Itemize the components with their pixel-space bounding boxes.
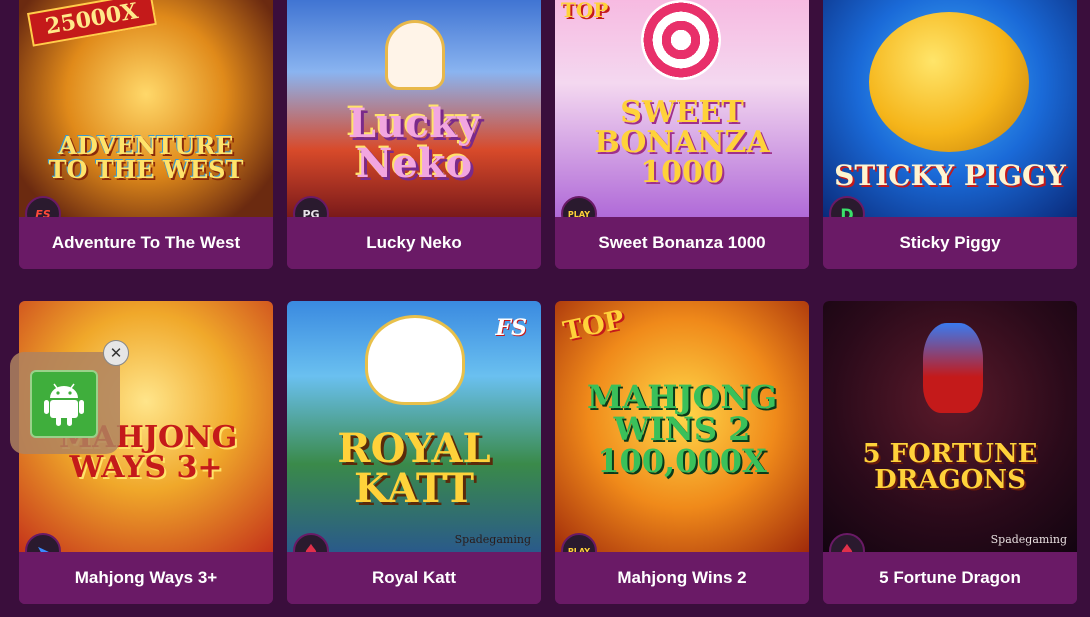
android-robot-glyph (44, 383, 84, 426)
game-title: Sticky Piggy (899, 233, 1001, 252)
game-art-title: Lucky Neko (347, 100, 481, 187)
game-card-5-fortune-dragon[interactable]: 5 FORTUNE DRAGONS Spadegaming ♠ 5 Fortun… (823, 301, 1077, 604)
game-card-sweet-bonanza-1000[interactable]: TOP SWEET BONANZA 1000 PLAY Sweet Bonanz… (555, 0, 809, 269)
dragon-figure (923, 323, 983, 413)
game-title: Adventure To The West (51, 233, 241, 252)
game-thumbnail[interactable]: Lucky Neko (287, 0, 541, 217)
lucky-cat-figure (385, 20, 445, 90)
fastspin-badge: FS (495, 315, 527, 341)
android-app-widget[interactable] (10, 352, 120, 454)
game-title: Mahjong Wins 2 (617, 568, 747, 587)
game-art-title: ADVENTURE TO THE WEST (48, 131, 244, 184)
game-caption[interactable]: Mahjong Ways 3+ (19, 552, 273, 604)
game-card-lucky-neko[interactable]: Lucky Neko PG Lucky Neko (287, 0, 541, 269)
game-art-title: SWEET BONANZA 1000 (594, 95, 770, 190)
game-caption[interactable]: 5 Fortune Dragon (823, 552, 1077, 604)
game-card-sticky-piggy[interactable]: STICKY PIGGY D Sticky Piggy (823, 0, 1077, 269)
game-caption[interactable]: Sticky Piggy (823, 217, 1077, 269)
piggy-bank-figure (869, 12, 1029, 152)
spadegaming-watermark: Spadegaming (990, 533, 1067, 546)
game-caption[interactable]: Sweet Bonanza 1000 (555, 217, 809, 269)
spadegaming-watermark: Spadegaming (454, 533, 531, 546)
game-art-title: STICKY PIGGY (834, 159, 1066, 192)
game-thumbnail[interactable]: STICKY PIGGY (823, 0, 1077, 217)
game-card-adventure-to-the-west[interactable]: 25000X ADVENTURE TO THE WEST FS Adventur… (19, 0, 273, 269)
game-title: Lucky Neko (366, 233, 462, 252)
candy-swirl (641, 0, 721, 80)
game-caption[interactable]: Royal Katt (287, 552, 541, 604)
game-card-royal-katt[interactable]: FS ROYAL KATT Spadegaming ♠ Royal Katt (287, 301, 541, 604)
game-title: Mahjong Ways 3+ (74, 568, 218, 587)
game-caption[interactable]: Lucky Neko (287, 217, 541, 269)
game-thumbnail[interactable]: TOP MAHJONG WINS 2 100,000X (555, 301, 809, 552)
android-icon[interactable] (30, 370, 98, 438)
game-art-title: ROYAL KATT (337, 425, 491, 512)
royal-cat-figure (365, 315, 465, 405)
game-title: 5 Fortune Dragon (879, 568, 1021, 587)
top-badge: TOP (561, 0, 609, 22)
top-badge: TOP (560, 304, 627, 348)
game-title: Sweet Bonanza 1000 (598, 233, 766, 252)
game-caption[interactable]: Adventure To The West (19, 217, 273, 269)
multiplier-badge: 25000X (27, 0, 157, 47)
game-thumbnail[interactable]: 25000X ADVENTURE TO THE WEST (19, 0, 273, 217)
game-art-title: 5 FORTUNE DRAGONS (862, 439, 1038, 495)
close-icon[interactable]: ✕ (103, 340, 129, 366)
game-thumbnail[interactable]: 5 FORTUNE DRAGONS Spadegaming (823, 301, 1077, 552)
game-title: Royal Katt (371, 568, 457, 587)
game-card-mahjong-wins-2[interactable]: TOP MAHJONG WINS 2 100,000X PLAY Mahjong… (555, 301, 809, 604)
game-thumbnail[interactable]: TOP SWEET BONANZA 1000 (555, 0, 809, 217)
game-thumbnail[interactable]: FS ROYAL KATT Spadegaming (287, 301, 541, 552)
game-caption[interactable]: Mahjong Wins 2 (555, 552, 809, 604)
game-art-title: MAHJONG WINS 2 100,000X (586, 378, 778, 480)
